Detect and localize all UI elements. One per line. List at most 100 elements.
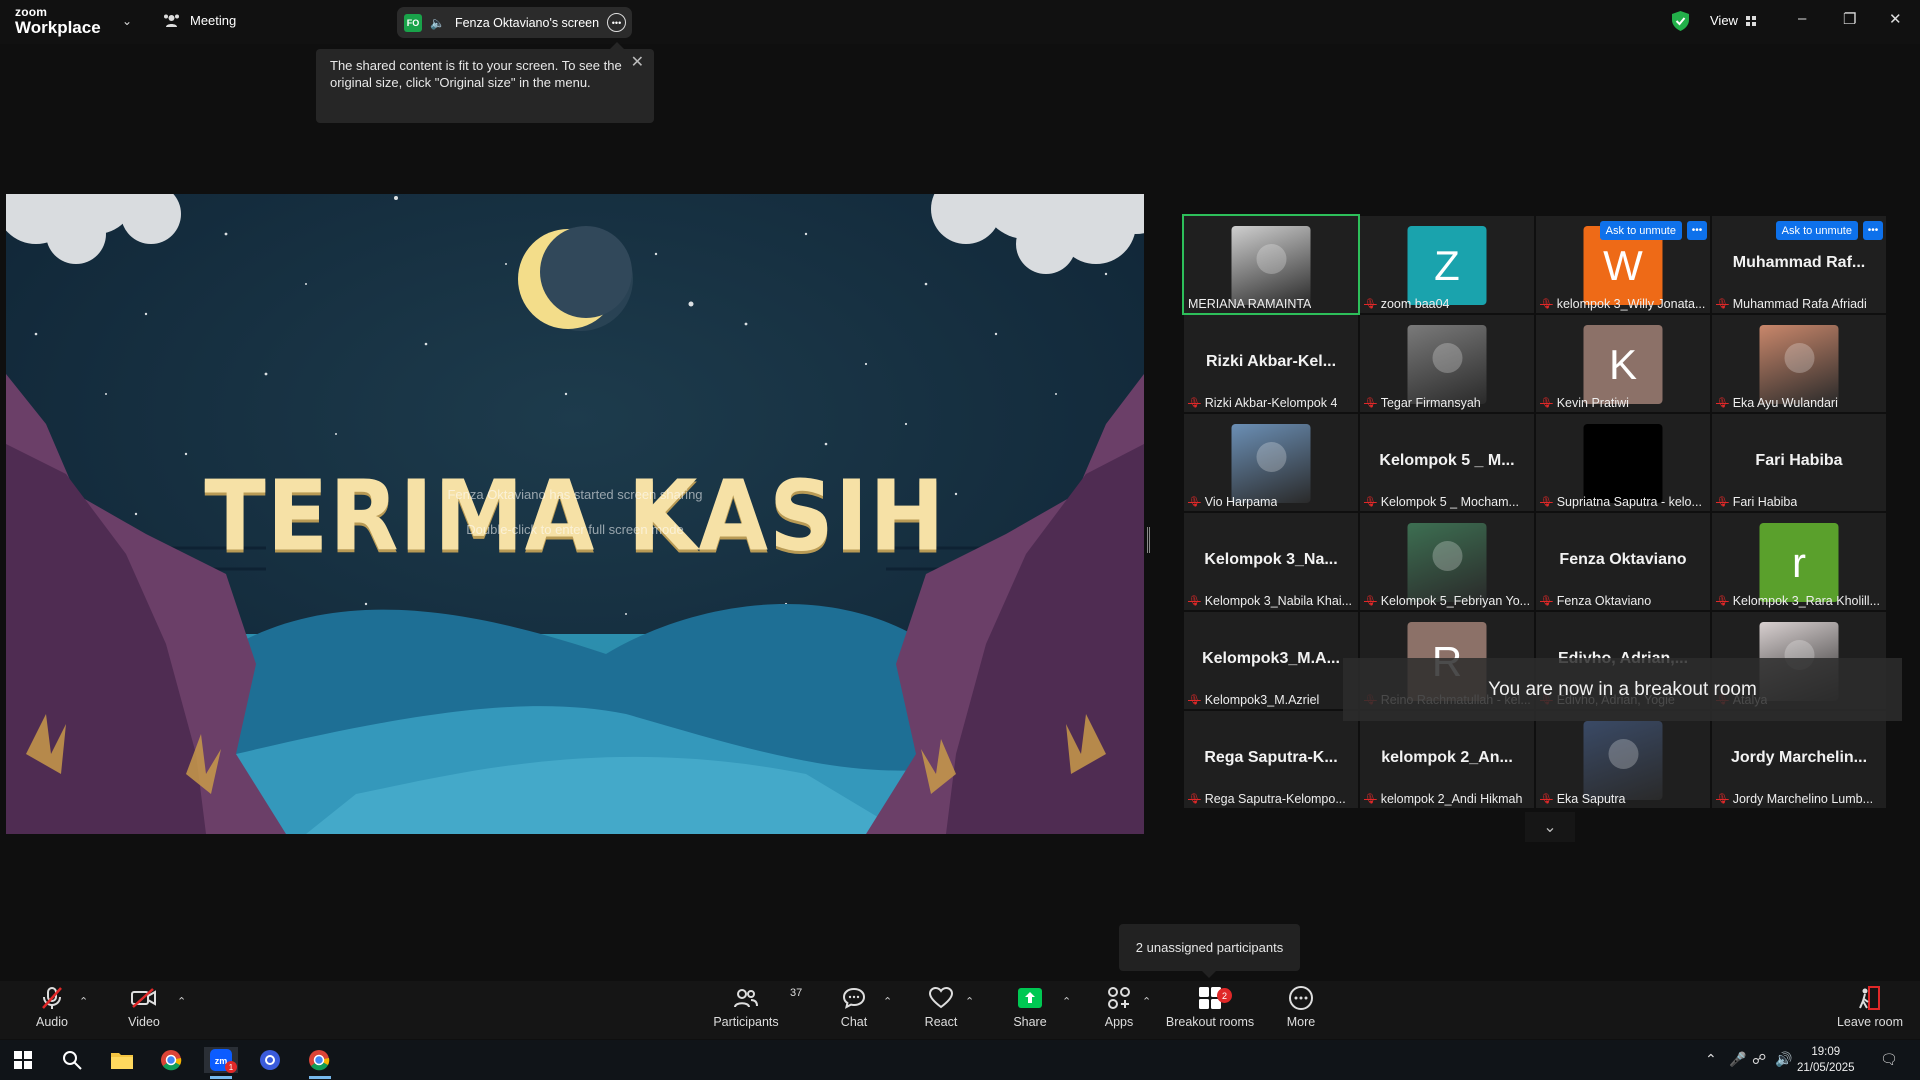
participant-tile[interactable]: Fari Habiba 🎙 Fari Habiba <box>1712 414 1886 511</box>
participant-tile[interactable]: Muhammad Raf... 🎙 Muhammad Rafa Afriadi Ask… <box>1712 216 1886 313</box>
participant-more-icon[interactable]: ••• <box>1863 221 1883 240</box>
participant-tile[interactable]: 🎙 Vio Harpama <box>1184 414 1358 511</box>
microphone-in-use-icon[interactable]: 🎤 <box>1729 1051 1746 1068</box>
heart-icon <box>929 987 953 1009</box>
participant-name: Rega Saputra-Kelompo... <box>1204 792 1346 806</box>
chevron-down-icon[interactable]: ⌄ <box>122 14 132 28</box>
screen-share-indicator[interactable]: FO 🔈 Fenza Oktaviano's screen ••• <box>397 7 632 38</box>
participant-display-name: Kelompok3_M.A... <box>1202 650 1340 667</box>
participant-more-icon[interactable]: ••• <box>1687 221 1707 240</box>
participant-name: Kelompok 3_Nabila Khai... <box>1204 594 1353 608</box>
zoom-workplace-logo: zoom Workplace <box>15 6 101 36</box>
participant-tile[interactable]: Rega Saputra-K... 🎙 Rega Saputra-Kelompo..… <box>1184 711 1358 808</box>
participant-tile[interactable]: Z 🎙 zoom baa04 <box>1360 216 1534 313</box>
participant-tile[interactable]: Kelompok 5 _ M... 🎙 Kelompok 5 _ Mocham... <box>1360 414 1534 511</box>
react-button[interactable]: React <box>921 981 961 1039</box>
video-button[interactable]: Video <box>124 981 164 1039</box>
muted-mic-icon <box>42 987 62 1009</box>
ask-to-unmute-button[interactable]: Ask to unmute <box>1775 221 1858 240</box>
audio-button[interactable]: Audio <box>32 981 72 1039</box>
windows-start-icon[interactable] <box>10 1047 36 1073</box>
participant-display-name: Rega Saputra-K... <box>1204 749 1338 766</box>
volume-icon[interactable]: 🔊 <box>1775 1051 1792 1068</box>
close-icon[interactable]: ✕ <box>1889 10 1902 28</box>
participant-tile[interactable]: Fenza Oktaviano 🎙 Fenza Oktaviano <box>1536 513 1710 610</box>
title-bar: zoom Workplace ⌄ Meeting FO 🔈 Fenza Okta… <box>0 0 1920 44</box>
unassigned-participants-tooltip: 2 unassigned participants <box>1119 924 1300 978</box>
react-options-chevron-icon[interactable]: ⌃ <box>965 995 974 1008</box>
participant-name-caption: 🎙 Kelompok3_M.Azriel <box>1188 693 1319 707</box>
audio-label: Audio <box>36 1015 68 1029</box>
participant-tile[interactable]: 🎙 Eka Ayu Wulandari <box>1712 315 1886 412</box>
participant-name-caption: 🎙 Kelompok 5_Febriyan Yo... <box>1364 594 1530 608</box>
participant-name: Kelompok 3_Rara Kholill... <box>1732 594 1880 608</box>
encryption-shield-icon[interactable] <box>1672 11 1689 31</box>
apps-icon <box>1108 987 1130 1009</box>
participant-tile[interactable]: 🎙 Eka Saputra <box>1536 711 1710 808</box>
participant-tile[interactable]: 🎙 Tegar Firmansyah <box>1360 315 1534 412</box>
participant-name: Jordy Marchelino Lumb... <box>1732 792 1874 806</box>
share-options-icon[interactable]: ••• <box>607 13 626 32</box>
notifications-icon[interactable]: 🗨 <box>1880 1051 1898 1068</box>
participant-tile[interactable]: MERIANA RAMAINTA <box>1182 214 1360 315</box>
participant-avatar <box>1583 721 1663 800</box>
participant-name: kelompok 3_Willy Jonata... <box>1556 297 1706 311</box>
ask-to-unmute-button[interactable]: Ask to unmute <box>1599 221 1682 240</box>
participant-avatar <box>1231 424 1311 503</box>
shared-screen[interactable]: TERIMA KASIH Fenza Oktaviano has started… <box>6 194 1144 834</box>
participant-tile[interactable]: Jordy Marchelin... 🎙 Jordy Marchelino Lumb… <box>1712 711 1886 808</box>
participant-tile[interactable]: Kelompok 3_Na... 🎙 Kelompok 3_Nabila Khai.… <box>1184 513 1358 610</box>
chrome-profile-icon[interactable] <box>257 1047 283 1073</box>
participant-tile[interactable]: Kelompok3_M.A... 🎙 Kelompok3_M.Azriel <box>1184 612 1358 709</box>
chat-button[interactable]: Chat <box>834 981 874 1039</box>
clock-date: 21/05/2025 <box>1797 1062 1855 1074</box>
participant-tile[interactable]: Rizki Akbar-Kel... 🎙 Rizki Akbar-Kelompok … <box>1184 315 1358 412</box>
search-icon[interactable] <box>59 1047 85 1073</box>
share-screen-icon <box>1018 988 1042 1008</box>
participant-tile[interactable]: kelompok 2_An... 🎙 kelompok 2_Andi Hikmah <box>1360 711 1534 808</box>
participant-tile[interactable]: r 🎙 Kelompok 3_Rara Kholill... <box>1712 513 1886 610</box>
participant-tile[interactable]: K 🎙 Kevin Pratiwi <box>1536 315 1710 412</box>
participant-display-name: Muhammad Raf... <box>1732 254 1866 271</box>
breakout-rooms-label: Breakout rooms <box>1165 1015 1255 1029</box>
minimize-icon[interactable]: – <box>1798 10 1806 27</box>
muted-mic-icon: 🎙 <box>1364 793 1377 805</box>
more-button[interactable]: More <box>1281 981 1321 1039</box>
leave-room-button[interactable]: Leave room <box>1834 981 1906 1039</box>
speaker-icon[interactable]: 🔈 <box>430 16 445 30</box>
muted-mic-icon: 🎙 <box>1540 298 1553 310</box>
participant-display-name: Fenza Oktaviano <box>1559 551 1687 568</box>
muted-mic-icon: 🎙 <box>1188 496 1201 508</box>
participant-name: zoom baa04 <box>1380 297 1450 311</box>
gallery-scroll-down-icon[interactable]: ⌄ <box>1525 812 1575 842</box>
resize-handle[interactable] <box>1147 527 1150 553</box>
participant-avatar <box>1759 325 1839 404</box>
restore-icon[interactable]: ❐ <box>1843 10 1856 28</box>
view-button[interactable]: View <box>1710 13 1756 28</box>
meeting-menu-button[interactable]: Meeting <box>163 13 236 28</box>
breakout-rooms-button[interactable]: 2 Breakout rooms <box>1163 981 1257 1039</box>
video-options-chevron-icon[interactable]: ⌃ <box>177 995 186 1008</box>
participant-display-name: Kelompok 5 _ M... <box>1379 452 1515 469</box>
share-started-message: Fenza Oktaviano has started screen shari… <box>447 487 703 502</box>
participants-button[interactable]: 37 Participants <box>706 981 802 1039</box>
audio-options-chevron-icon[interactable]: ⌃ <box>79 995 88 1008</box>
participant-tile[interactable]: 🎙 Kelompok 5_Febriyan Yo... <box>1360 513 1534 610</box>
chat-options-chevron-icon[interactable]: ⌃ <box>883 995 892 1008</box>
share-options-chevron-icon[interactable]: ⌃ <box>1062 995 1071 1008</box>
participant-name: Tegar Firmansyah <box>1380 396 1481 410</box>
system-clock[interactable]: 19:09 21/05/2025 <box>1797 1044 1855 1076</box>
network-icon[interactable]: ☍ <box>1752 1051 1766 1068</box>
chrome-second-icon[interactable] <box>306 1047 332 1073</box>
participant-tile[interactable]: W 🎙 kelompok 3_Willy Jonata... Ask to unmut… <box>1536 216 1710 313</box>
close-tooltip-icon[interactable]: ✕ <box>631 54 644 71</box>
tray-overflow-chevron-icon[interactable]: ⌃ <box>1705 1051 1717 1068</box>
share-button[interactable]: Share <box>1010 981 1050 1039</box>
file-explorer-icon[interactable] <box>109 1047 135 1073</box>
apps-button[interactable]: Apps <box>1099 981 1139 1039</box>
zoom-taskbar-icon[interactable]: zm 1 <box>204 1047 238 1073</box>
chrome-icon[interactable] <box>158 1047 184 1073</box>
participant-tile[interactable]: 🎙 Supriatna Saputra - kelo... <box>1536 414 1710 511</box>
apps-options-chevron-icon[interactable]: ⌃ <box>1142 995 1151 1008</box>
meeting-label: Meeting <box>190 13 237 28</box>
